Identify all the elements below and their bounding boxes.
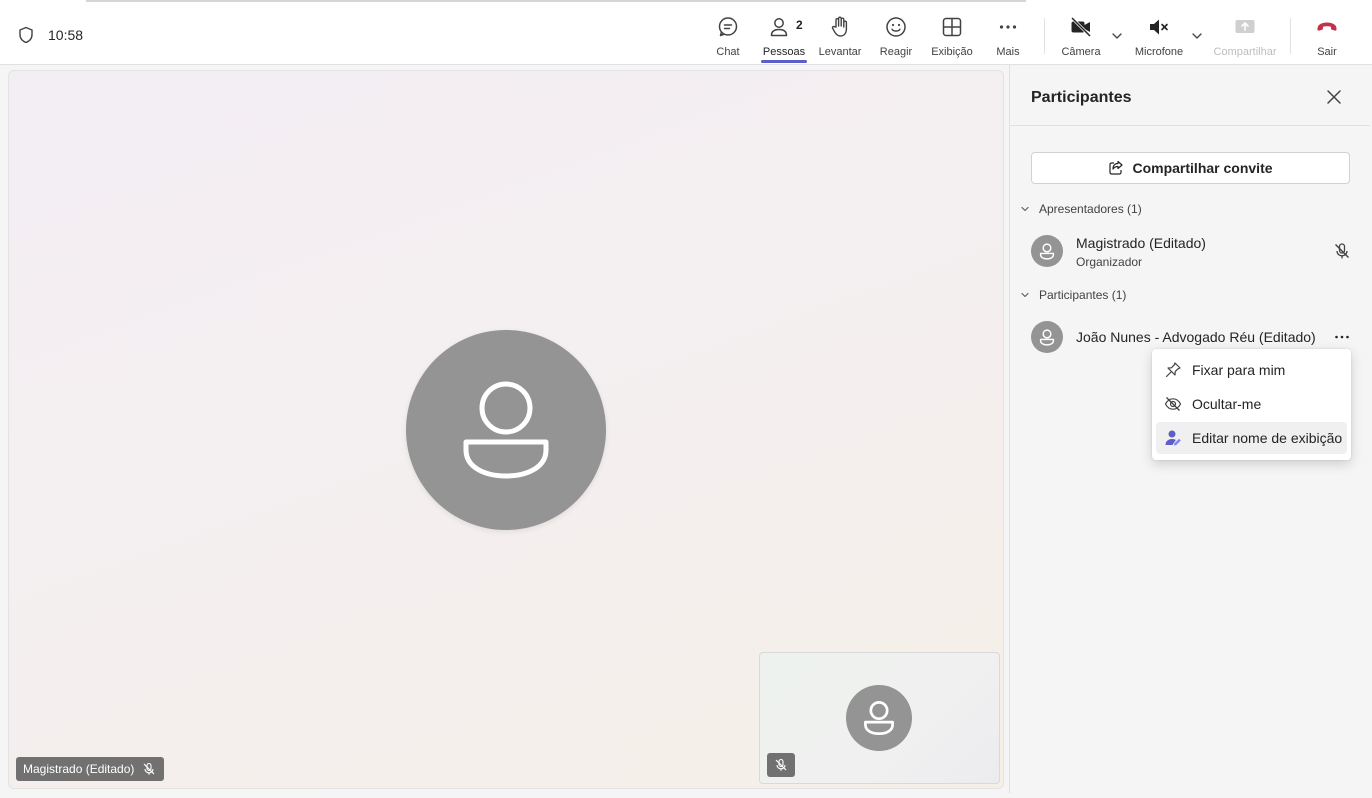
toolbar-divider [1044, 18, 1045, 54]
meeting-duration: 10:58 [48, 27, 84, 43]
active-tab-indicator [761, 60, 807, 63]
view-label: Exibição [931, 46, 973, 58]
toolbar-divider [1290, 18, 1291, 54]
people-label: Pessoas [762, 46, 806, 58]
leave-button[interactable]: Sair [1312, 14, 1342, 60]
menu-item-hide-me[interactable]: Ocultar-me [1156, 388, 1347, 420]
people-icon: 2 [770, 14, 803, 40]
people-button[interactable]: 2 Pessoas [762, 14, 806, 60]
camera-label: Câmera [1061, 46, 1101, 58]
microphone-button[interactable]: Microfone [1133, 14, 1185, 60]
pin-icon [1165, 362, 1181, 378]
react-button[interactable]: Reagir [876, 14, 916, 60]
camera-off-icon [1068, 14, 1094, 40]
share-tray-label: Compartilhar [1213, 46, 1277, 58]
self-avatar [846, 685, 912, 751]
participant-name-tag: Magistrado (Editado) [16, 757, 165, 781]
menu-item-edit-display-name-label: Editar nome de exibição [1192, 430, 1343, 446]
avatar [1031, 321, 1063, 353]
leave-label: Sair [1317, 46, 1337, 58]
participant-context-menu: Fixar para mim Ocultar-me Editar nome de… [1152, 349, 1351, 460]
chat-button[interactable]: Chat [707, 14, 749, 60]
person-icon [463, 381, 549, 479]
top-divider [86, 0, 1026, 2]
camera-options-chevron-icon[interactable] [1110, 29, 1124, 43]
more-icon [995, 14, 1021, 40]
panel-title: Participantes [1031, 89, 1132, 106]
menu-item-pin-label: Fixar para mim [1192, 362, 1286, 378]
chat-label: Chat [716, 46, 740, 58]
emoji-icon [883, 14, 909, 40]
chevron-down-icon [1021, 206, 1029, 212]
section-participants-label: Participantes (1) [1039, 288, 1127, 302]
more-options-icon[interactable] [1333, 328, 1351, 346]
self-view-tile[interactable] [759, 652, 1000, 784]
react-label: Reagir [879, 46, 913, 58]
teams-meeting-window: 10:58 Chat 2 Pessoas Levantar Reagir Exi… [0, 0, 1372, 798]
microphone-options-chevron-icon[interactable] [1190, 29, 1204, 43]
share-invite-button[interactable]: Compartilhar convite [1031, 152, 1350, 184]
participant-avatar[interactable] [406, 330, 606, 530]
mic-off-icon [1335, 243, 1349, 259]
hangup-icon [1314, 14, 1340, 40]
chat-icon [715, 14, 741, 40]
share-invite-label: Compartilhar convite [1132, 160, 1273, 176]
video-stage: Magistrado (Editado) [8, 70, 1004, 789]
raise-hand-button[interactable]: Levantar [818, 14, 862, 60]
person-icon [864, 701, 894, 736]
participant-name-tag-label: Magistrado (Editado) [23, 762, 135, 776]
shield-icon[interactable] [17, 26, 35, 44]
more-button[interactable]: Mais [990, 14, 1026, 60]
participant-name: Magistrado (Editado) [1076, 235, 1206, 251]
section-participants-header[interactable]: Participantes (1) [1020, 288, 1126, 302]
grid-icon [939, 14, 965, 40]
hand-icon [827, 14, 853, 40]
mic-off-icon [775, 758, 787, 771]
microphone-label: Microfone [1134, 46, 1184, 58]
meeting-toolbar: 10:58 Chat 2 Pessoas Levantar Reagir Exi… [0, 0, 1372, 65]
menu-item-hide-me-label: Ocultar-me [1192, 396, 1262, 412]
person-icon [1039, 328, 1055, 346]
more-label: Mais [996, 46, 1020, 58]
camera-button[interactable]: Câmera [1060, 14, 1102, 60]
mic-off-icon [143, 762, 155, 775]
menu-item-pin[interactable]: Fixar para mim [1156, 354, 1347, 386]
share-icon [1109, 160, 1124, 175]
person-edit-icon [1165, 430, 1181, 446]
menu-item-edit-display-name[interactable]: Editar nome de exibição [1156, 422, 1347, 454]
participant-row[interactable]: Magistrado (Editado) Organizador [1031, 231, 1351, 271]
eye-off-icon [1164, 397, 1182, 411]
section-presenters-label: Apresentadores (1) [1039, 202, 1142, 216]
participant-name: João Nunes - Advogado Réu (Editado) [1076, 329, 1316, 345]
section-presenters-header[interactable]: Apresentadores (1) [1020, 202, 1142, 216]
share-tray-button[interactable]: Compartilhar [1213, 14, 1277, 60]
panel-divider [1010, 125, 1370, 126]
share-tray-icon [1232, 14, 1258, 40]
participant-role: Organizador [1076, 255, 1143, 269]
view-button[interactable]: Exibição [930, 14, 974, 60]
speaker-mute-icon [1146, 14, 1172, 40]
person-icon [1039, 242, 1055, 260]
people-count-badge: 2 [796, 18, 803, 32]
avatar [1031, 235, 1063, 267]
self-mic-status [767, 753, 795, 777]
raise-hand-label: Levantar [818, 46, 862, 58]
close-icon[interactable] [1324, 87, 1344, 107]
chevron-down-icon [1021, 292, 1029, 298]
